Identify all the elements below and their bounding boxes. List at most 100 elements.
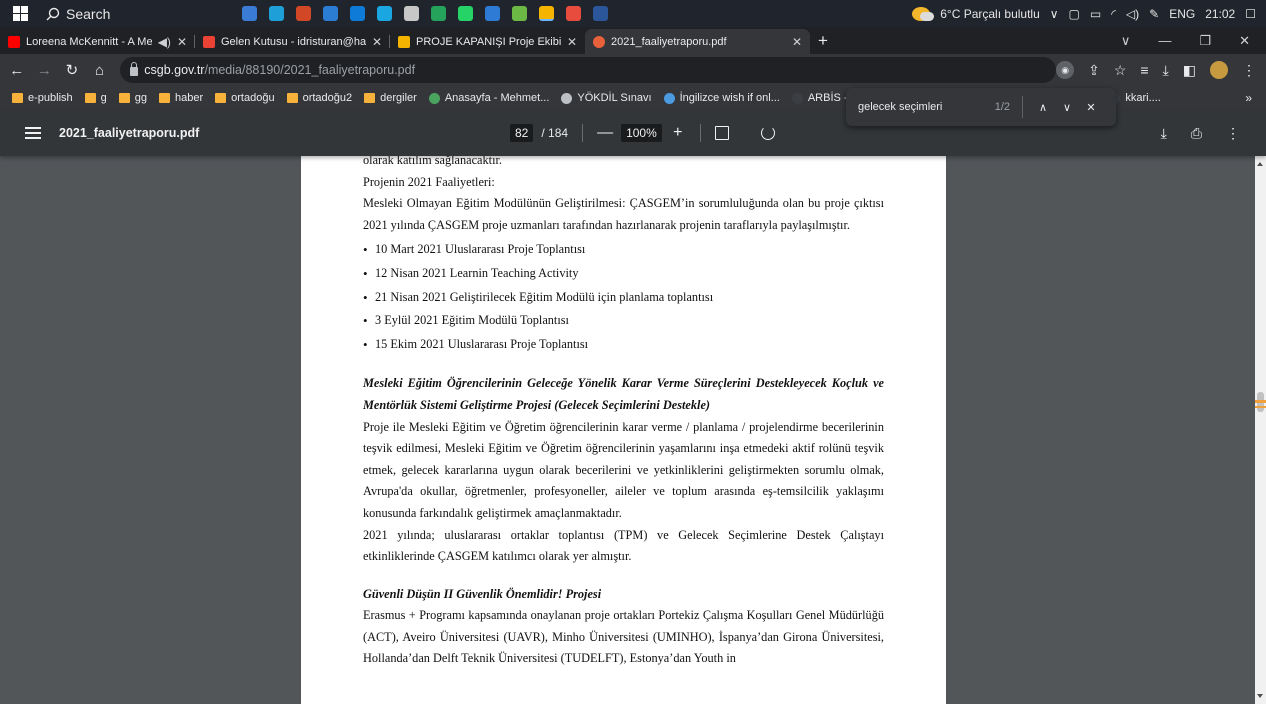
- taskbar-app-icon[interactable]: [398, 0, 425, 27]
- tab-drive[interactable]: PROJE KAPANIŞI Proje Ekibi - Go ✕: [390, 29, 585, 54]
- tab-pdf[interactable]: 2021_faaliyetraporu.pdf ✕: [585, 29, 810, 54]
- find-close-icon[interactable]: ✕: [1079, 101, 1103, 114]
- bookmark-label: ortadoğu: [231, 92, 275, 104]
- taskbar-app-icon[interactable]: [263, 0, 290, 27]
- rotate-icon[interactable]: [760, 126, 775, 140]
- notification-icon[interactable]: ☐: [1245, 7, 1256, 21]
- taskbar-app-icon[interactable]: [560, 0, 587, 27]
- windows-taskbar: Search 6°C Parçalı bulutlu ∨ ▢ ▭ ◜ ◁) ✎ …: [0, 0, 1266, 27]
- window-controls: ∨ — ❐ ✕: [1121, 27, 1266, 54]
- windows-start-icon[interactable]: [0, 0, 40, 27]
- taskbar-app-icon[interactable]: [533, 0, 560, 27]
- find-divider: [1022, 96, 1023, 118]
- tab-youtube[interactable]: Loreena McKennitt - A Med ◀) ✕: [0, 29, 195, 54]
- bookmark-label: kkari....: [1125, 92, 1161, 104]
- home-icon[interactable]: ⌂: [89, 62, 111, 79]
- bookmark-item[interactable]: gg: [113, 92, 153, 104]
- forward-icon[interactable]: →: [34, 62, 56, 79]
- find-input[interactable]: gelecek seçimleri: [858, 101, 978, 113]
- bookmark-item[interactable]: YÖKDİL Sınavı: [555, 92, 657, 104]
- tray-apps-icon[interactable]: ▢: [1069, 7, 1080, 21]
- list-item: 15 Ekim 2021 Uluslararası Proje Toplantı…: [363, 333, 884, 357]
- bookmark-star-icon[interactable]: ☆: [1114, 62, 1127, 79]
- text-line: Projenin 2021 Faaliyetleri:: [363, 174, 495, 189]
- chevron-up-icon[interactable]: ∨: [1050, 7, 1059, 21]
- menu-icon[interactable]: [25, 127, 41, 139]
- taskbar-app-icon[interactable]: [290, 0, 317, 27]
- find-previous-icon[interactable]: ∧: [1031, 101, 1055, 114]
- bookmark-item[interactable]: Anasayfa - Mehmet...: [423, 92, 556, 104]
- taskbar-app-icon[interactable]: [587, 0, 614, 27]
- side-panel-icon[interactable]: ◧: [1183, 62, 1196, 79]
- folder-icon: [12, 93, 23, 103]
- find-in-page-icon[interactable]: ◉: [1056, 61, 1075, 79]
- close-icon[interactable]: ✕: [177, 35, 187, 49]
- taskbar-app-icon[interactable]: [479, 0, 506, 27]
- tab-search-icon[interactable]: ∨: [1121, 33, 1131, 49]
- bookmark-label: gg: [134, 92, 148, 104]
- url-host: csgb.gov.tr: [144, 63, 205, 77]
- bookmark-item[interactable]: dergiler: [358, 92, 423, 104]
- bookmark-item[interactable]: İngilizce wish if onl...: [658, 92, 786, 104]
- scroll-up-icon[interactable]: [1257, 162, 1263, 166]
- bookmark-item[interactable]: g: [79, 92, 113, 104]
- taskbar-app-icon[interactable]: [317, 0, 344, 27]
- taskbar-app-icon[interactable]: [506, 0, 533, 27]
- bookmark-item[interactable]: ortadoğu: [209, 92, 280, 104]
- bookmarks-overflow-icon[interactable]: »: [1245, 91, 1266, 105]
- language-indicator[interactable]: ENG: [1169, 7, 1195, 21]
- close-icon[interactable]: ✕: [567, 35, 577, 49]
- address-bar[interactable]: csgb.gov.tr/media/88190/2021_faaliyetrap…: [120, 57, 1057, 83]
- bookmark-item[interactable]: ortadoğu2: [281, 92, 359, 104]
- close-icon[interactable]: ✕: [792, 35, 802, 49]
- profile-avatar[interactable]: [1210, 61, 1229, 79]
- weather-icon[interactable]: [912, 6, 935, 21]
- zoom-in-icon[interactable]: +: [670, 124, 686, 142]
- print-icon[interactable]: ⎙: [1191, 125, 1202, 142]
- scrollbar[interactable]: [1255, 156, 1266, 704]
- taskbar-app-icon[interactable]: [371, 0, 398, 27]
- taskbar-app-icon[interactable]: [452, 0, 479, 27]
- bookmark-item[interactable]: e-publish: [6, 92, 79, 104]
- taskbar-app-icon[interactable]: [236, 0, 263, 27]
- weather-text[interactable]: 6°C Parçalı bulutlu: [940, 7, 1040, 21]
- restore-icon[interactable]: ❐: [1199, 33, 1211, 49]
- divider: [699, 124, 701, 142]
- close-icon[interactable]: ✕: [372, 35, 382, 49]
- volume-icon[interactable]: ◁): [1126, 7, 1139, 21]
- battery-icon[interactable]: ▭: [1090, 7, 1101, 21]
- share-icon[interactable]: ⇪: [1088, 62, 1100, 79]
- menu-kebab-icon[interactable]: ⋮: [1242, 62, 1256, 79]
- download-pdf-icon[interactable]: ⤓: [1161, 125, 1167, 142]
- tab-gmail[interactable]: Gelen Kutusu - idristuran@hakk ✕: [195, 29, 390, 54]
- reload-icon[interactable]: ↻: [61, 61, 83, 79]
- taskbar-app-icon[interactable]: [425, 0, 452, 27]
- more-options-icon[interactable]: ⋮: [1226, 125, 1240, 142]
- fit-to-page-icon[interactable]: [714, 126, 729, 140]
- page-content: olarak katılım sağlanacaktır. Projenin 2…: [363, 156, 884, 670]
- bookmark-item[interactable]: haber: [153, 92, 209, 104]
- section-heading: Mesleki Eğitim Öğrencilerinin Geleceğe Y…: [363, 376, 884, 412]
- pdf-viewer[interactable]: olarak katılım sağlanacaktır. Projenin 2…: [0, 156, 1255, 704]
- folder-icon: [364, 93, 376, 103]
- zoom-input[interactable]: 100%: [621, 124, 662, 142]
- page-number-input[interactable]: 82: [510, 124, 534, 142]
- download-icon[interactable]: ⤓: [1163, 62, 1169, 79]
- reading-list-icon[interactable]: ≡: [1140, 62, 1148, 78]
- clock[interactable]: 21:02: [1205, 7, 1235, 21]
- lock-icon[interactable]: [130, 62, 139, 76]
- new-tab-button[interactable]: +: [810, 29, 836, 54]
- audio-icon[interactable]: ◀): [158, 35, 171, 49]
- zoom-out-icon[interactable]: —: [597, 124, 613, 142]
- taskbar-app-icon[interactable]: [344, 0, 371, 27]
- close-window-icon[interactable]: ✕: [1239, 33, 1250, 49]
- search-icon: [46, 7, 60, 20]
- find-next-icon[interactable]: ∨: [1055, 101, 1079, 114]
- pen-icon[interactable]: ✎: [1149, 7, 1159, 21]
- list-item: 10 Mart 2021 Uluslararası Proje Toplantı…: [363, 238, 884, 262]
- taskbar-search[interactable]: Search: [40, 0, 190, 27]
- wifi-icon[interactable]: ◜: [1111, 7, 1116, 21]
- back-icon[interactable]: ←: [6, 62, 28, 79]
- scroll-down-icon[interactable]: [1257, 694, 1263, 698]
- minimize-icon[interactable]: —: [1158, 33, 1171, 48]
